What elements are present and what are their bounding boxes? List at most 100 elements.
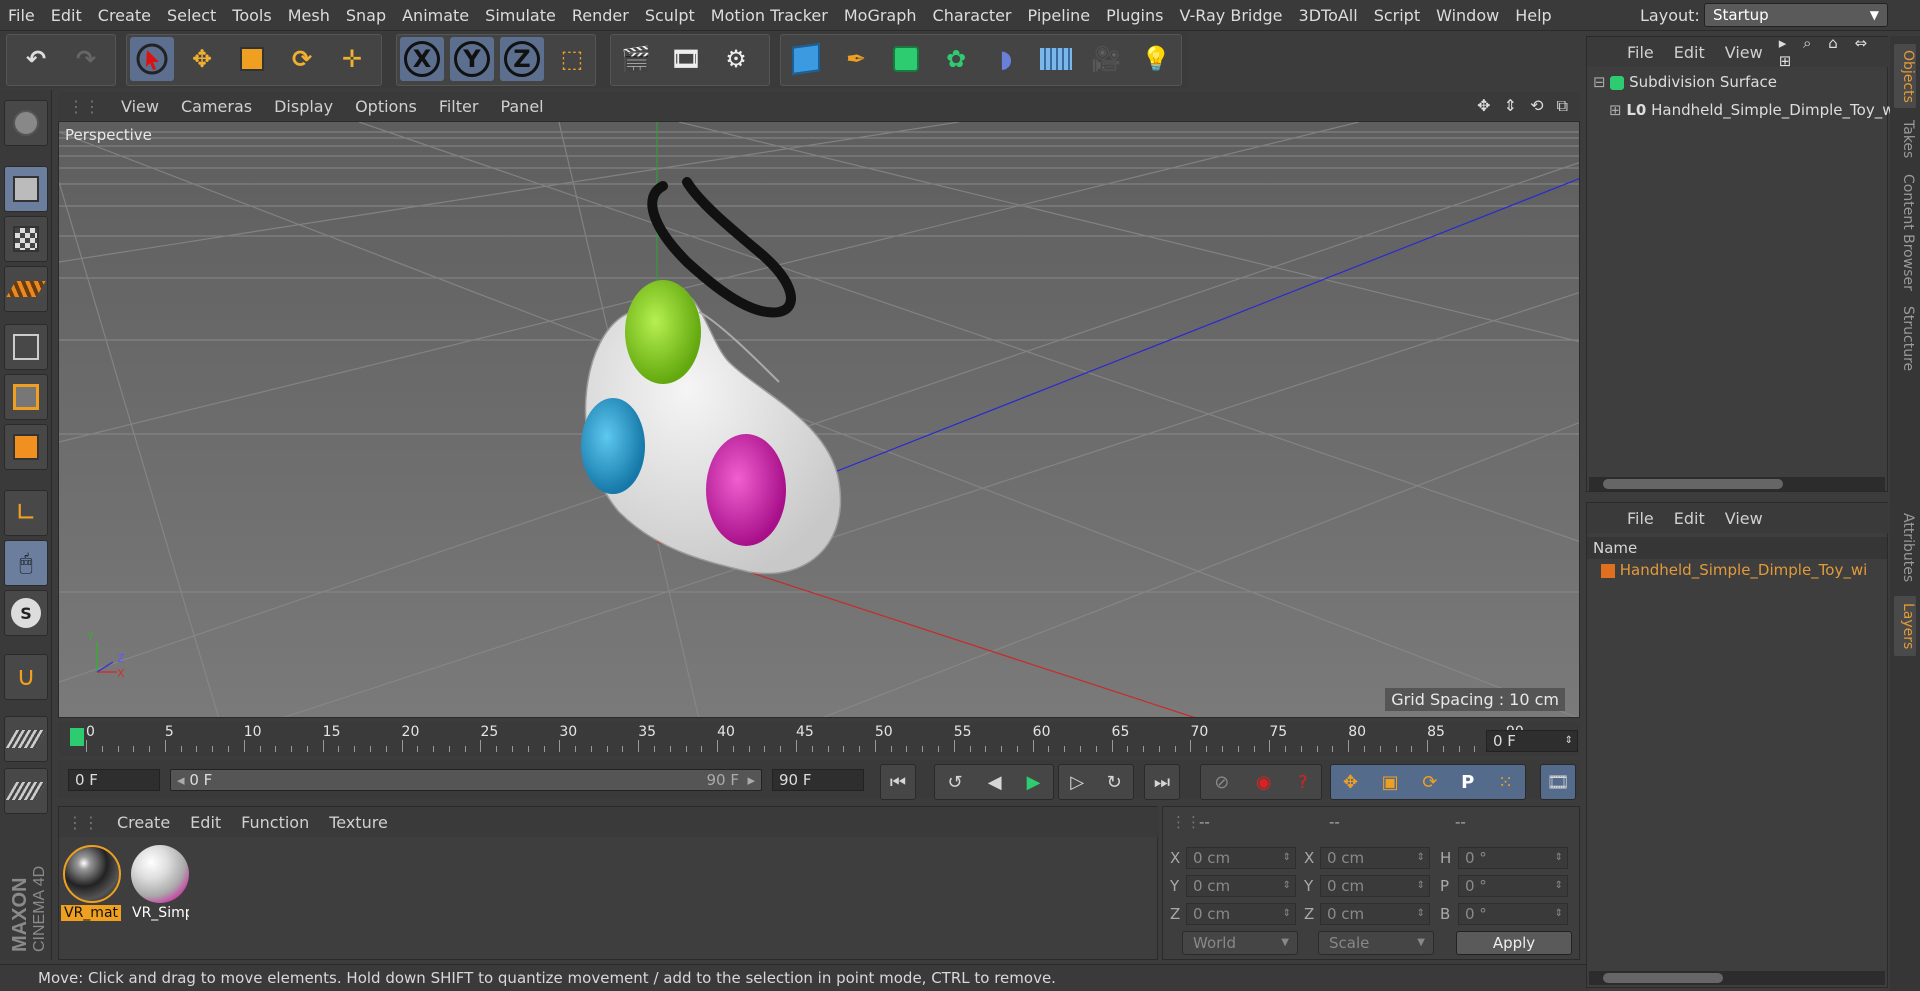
key-pla-icon[interactable]: ⁙	[1498, 772, 1513, 793]
viewport-menu-display[interactable]: Display	[263, 97, 344, 116]
timeline[interactable]: 051015202530354045505560657075808590	[58, 722, 1580, 756]
axis-mode-icon[interactable]: ∟	[4, 490, 48, 536]
light-icon[interactable]: 💡	[1134, 37, 1178, 81]
menu-render[interactable]: Render	[564, 6, 637, 25]
y-axis-button[interactable]: Y	[450, 37, 494, 81]
coord-field[interactable]: 0 cm ⇕	[1186, 903, 1296, 925]
make-editable-icon[interactable]	[4, 100, 48, 146]
menu-create[interactable]: Create	[90, 6, 159, 25]
coord-field[interactable]: 0 cm ⇕	[1320, 847, 1430, 869]
menu-sculpt[interactable]: Sculpt	[637, 6, 703, 25]
coord-field[interactable]: 0 ° ⇕	[1458, 875, 1568, 897]
record-icon[interactable]: ⊘	[1214, 772, 1229, 793]
layout-select[interactable]: Startup ▼	[1704, 3, 1888, 27]
menu-help[interactable]: Help	[1507, 6, 1559, 25]
render-view-icon[interactable]: 🎬	[614, 37, 658, 81]
menu-character[interactable]: Character	[925, 6, 1020, 25]
x-axis-button[interactable]: X	[400, 37, 444, 81]
prev-key-icon[interactable]: ↺	[948, 772, 963, 793]
viewport-menu-view[interactable]: View	[110, 97, 170, 116]
scale-tool-icon[interactable]	[230, 37, 274, 81]
coord-space-select[interactable]: World ▼	[1182, 931, 1298, 955]
lock-workplane-icon[interactable]	[4, 716, 48, 762]
menu-mograph[interactable]: MoGraph	[836, 6, 925, 25]
object-scrollbar[interactable]	[1589, 477, 1885, 491]
viewport-menu-filter[interactable]: Filter	[428, 97, 490, 116]
step-forward-icon[interactable]: ▷	[1070, 772, 1084, 793]
redo-icon[interactable]: ↷	[64, 37, 108, 81]
menu-simulate[interactable]: Simulate	[477, 6, 564, 25]
autokey-icon[interactable]: ◉	[1256, 772, 1272, 793]
perspective-viewport[interactable]: Perspective Y Z X Grid Spacing : 10 cm	[58, 121, 1580, 718]
undo-icon[interactable]: ↶	[14, 37, 58, 81]
transform-tool-icon[interactable]: ✛	[330, 37, 374, 81]
coord-field[interactable]: 0 cm ⇕	[1320, 875, 1430, 897]
workplane-icon[interactable]	[4, 266, 48, 312]
polygons-mode-icon[interactable]	[4, 424, 48, 470]
subdivision-surface-icon[interactable]	[884, 37, 928, 81]
camera-icon[interactable]: 🎥	[1084, 37, 1128, 81]
menu-motion-tracker[interactable]: Motion Tracker	[703, 6, 836, 25]
apply-button[interactable]: Apply	[1456, 931, 1572, 955]
material-menu-texture[interactable]: Texture	[319, 813, 398, 832]
render-picture-viewer-icon[interactable]: 🎞	[664, 37, 708, 81]
coord-field[interactable]: 0 cm ⇕	[1320, 903, 1430, 925]
render-settings-icon[interactable]: ⚙	[714, 37, 758, 81]
tab-takes[interactable]: Takes	[1894, 116, 1916, 162]
menu-v-ray-bridge[interactable]: V-Ray Bridge	[1171, 6, 1290, 25]
material-vr-mat[interactable]: VR_mat	[61, 843, 123, 927]
menu-snap[interactable]: Snap	[338, 6, 394, 25]
tab-content-browser[interactable]: Content Browser	[1894, 172, 1916, 292]
pen-spline-icon[interactable]: ✒	[834, 37, 878, 81]
material-menu-function[interactable]: Function	[231, 813, 319, 832]
coord-field[interactable]: 0 cm ⇕	[1186, 875, 1296, 897]
tweak-mode-icon[interactable]: 🖱	[4, 540, 48, 586]
coord-field[interactable]: 0 ° ⇕	[1458, 847, 1568, 869]
snap-mode-icon[interactable]: S	[4, 590, 48, 636]
menu-file[interactable]: File	[0, 6, 43, 25]
tree-expand-icon[interactable]: ⊞	[1609, 101, 1622, 119]
coord-field[interactable]: 0 cm ⇕	[1186, 847, 1296, 869]
layer-scrollbar[interactable]	[1589, 971, 1885, 985]
coordinate-system-icon[interactable]: ⬚	[550, 37, 594, 81]
move-tool-icon[interactable]: ✥	[180, 37, 224, 81]
layer-row-toy[interactable]: Handheld_Simple_Dimple_Toy_wi	[1601, 561, 1867, 587]
viewport-menu-options[interactable]: Options	[344, 97, 428, 116]
next-key-icon[interactable]: ↻	[1107, 772, 1122, 793]
viewport-nav-icons[interactable]: ✥ ⇕ ⟲ ⧉	[1477, 96, 1580, 116]
model-mode-icon[interactable]	[4, 166, 48, 212]
texture-mode-icon[interactable]	[4, 216, 48, 262]
menu-plugins[interactable]: Plugins	[1098, 6, 1171, 25]
tab-structure[interactable]: Structure	[1894, 304, 1916, 374]
cube-icon[interactable]	[784, 37, 828, 81]
deformer-icon[interactable]: ◗	[984, 37, 1028, 81]
timeline-window-icon[interactable]: 🎞	[1540, 764, 1576, 800]
coord-mode-select[interactable]: Scale ▼	[1318, 931, 1434, 955]
magnet-icon[interactable]: ∪	[4, 654, 48, 700]
tab-layers[interactable]: Layers	[1894, 596, 1916, 656]
menu-animate[interactable]: Animate	[394, 6, 477, 25]
tab-attributes[interactable]: Attributes	[1894, 506, 1916, 590]
coord-field[interactable]: 0 ° ⇕	[1458, 903, 1568, 925]
object-menu-edit[interactable]: Edit	[1664, 43, 1715, 62]
material-vr-simp[interactable]: VR_Simp	[129, 843, 191, 927]
menu-3dtoall[interactable]: 3DToAll	[1291, 6, 1366, 25]
viewport-menu-panel[interactable]: Panel	[489, 97, 554, 116]
material-menu-edit[interactable]: Edit	[180, 813, 231, 832]
layer-menu-file[interactable]: File	[1617, 509, 1664, 528]
object-row-toy[interactable]: ⊞ L0 Handheld_Simple_Dimple_Toy_w	[1609, 101, 1894, 127]
material-menu-create[interactable]: Create	[107, 813, 180, 832]
current-frame-field[interactable]: 0 F ⇕	[1486, 730, 1578, 752]
menu-window[interactable]: Window	[1428, 6, 1507, 25]
rotate-tool-icon[interactable]: ⟳	[280, 37, 324, 81]
tree-collapse-icon[interactable]: ⊟	[1593, 73, 1606, 91]
end-frame-field[interactable]: 90 F	[772, 769, 864, 791]
menu-pipeline[interactable]: Pipeline	[1020, 6, 1099, 25]
go-to-end-icon[interactable]: ⏭	[1144, 764, 1180, 800]
menu-edit[interactable]: Edit	[43, 6, 90, 25]
menu-select[interactable]: Select	[159, 6, 224, 25]
select-tool-icon[interactable]	[130, 37, 174, 81]
edges-mode-icon[interactable]	[4, 374, 48, 420]
layer-menu-edit[interactable]: Edit	[1664, 509, 1715, 528]
play-icon[interactable]: ▶	[1027, 772, 1041, 793]
